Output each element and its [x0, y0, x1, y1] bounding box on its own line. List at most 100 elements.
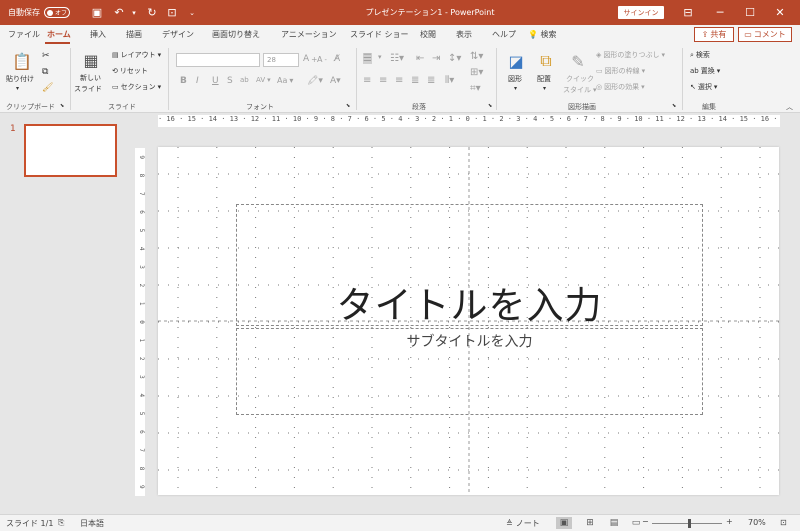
bullets-icon[interactable]: ☰ — [363, 53, 372, 64]
save-icon[interactable]: ▣ — [90, 6, 104, 20]
notes-button[interactable]: ≜ ノート — [506, 518, 540, 529]
increase-indent-icon[interactable]: ⇥ — [432, 53, 440, 64]
format-painter-icon[interactable]: 🖌 — [42, 83, 53, 93]
zoom-level[interactable]: 70% — [748, 518, 766, 527]
underline-button[interactable]: U — [212, 76, 219, 86]
reset-button[interactable]: ⟲ リセット — [112, 66, 148, 76]
minimize-icon[interactable]: ─ — [708, 0, 732, 25]
align-text-icon[interactable]: ⊞▾ — [470, 67, 483, 78]
slide-thumbnail[interactable] — [24, 124, 117, 177]
clear-format-icon[interactable]: A̸ — [334, 54, 340, 64]
arrange-label[interactable]: 配置 — [537, 74, 551, 84]
smartart-icon[interactable]: ⌗▾ — [470, 83, 481, 94]
strikethrough-button[interactable]: S — [227, 76, 233, 86]
change-case-button[interactable]: Aa ▾ — [277, 76, 293, 85]
font-launcher-icon[interactable]: ⬊ — [346, 103, 350, 109]
quick-styles-label-1[interactable]: クイック — [566, 74, 594, 84]
collapse-ribbon-icon[interactable]: ︿ — [786, 102, 793, 112]
undo-icon[interactable]: ↶ — [112, 6, 126, 20]
quick-styles-icon[interactable]: ✎ — [566, 49, 590, 73]
ribbon-display-icon[interactable]: ⊟ — [676, 0, 700, 25]
presentation-icon[interactable]: ⊡ — [165, 6, 179, 20]
char-spacing-button[interactable]: AV ▾ — [256, 76, 271, 84]
align-left-icon[interactable]: ≡ — [363, 75, 371, 86]
new-slide-label-1[interactable]: 新しい — [80, 73, 101, 83]
layout-button[interactable]: ▤ レイアウト ▾ — [112, 50, 161, 60]
normal-view-icon[interactable]: ▣ — [556, 517, 572, 529]
paragraph-launcher-icon[interactable]: ⬊ — [488, 103, 492, 109]
highlight-icon[interactable]: 🖍▾ — [307, 76, 323, 86]
tab-slideshow[interactable]: スライド ショー — [350, 29, 409, 40]
arrange-icon[interactable]: ⧉ — [534, 49, 558, 73]
tab-animations[interactable]: アニメーション — [281, 29, 337, 40]
subtitle-placeholder[interactable]: サブタイトルを入力 — [236, 328, 703, 415]
shadow-button[interactable]: ab — [240, 76, 249, 84]
align-center-icon[interactable]: ≡ — [379, 75, 387, 86]
cut-icon[interactable]: ✂ — [42, 51, 50, 61]
grow-font-icon[interactable]: A + — [303, 54, 317, 64]
font-size-combo[interactable]: 28 — [263, 53, 299, 67]
shrink-font-icon[interactable]: A- — [317, 55, 327, 64]
italic-button[interactable]: I — [196, 76, 199, 86]
copy-icon[interactable]: ⧉ — [42, 67, 48, 77]
bold-button[interactable]: B — [180, 76, 187, 86]
search-tab[interactable]: 💡 検索 — [528, 29, 557, 40]
slide-sorter-icon[interactable]: ⊞ — [582, 517, 598, 529]
quick-styles-label-2[interactable]: スタイル ▾ — [563, 85, 597, 95]
new-slide-icon[interactable]: ▦ — [80, 49, 102, 71]
replace-button[interactable]: ab 置換 ▾ — [690, 66, 720, 76]
reading-view-icon[interactable]: ▤ — [606, 517, 622, 529]
select-button[interactable]: ↖ 選択 ▾ — [690, 82, 717, 92]
title-placeholder[interactable]: タイトルを入力 — [236, 204, 703, 327]
justify-icon[interactable]: ≣ — [411, 75, 419, 86]
zoom-slider-thumb[interactable] — [688, 519, 691, 528]
shape-outline-button[interactable]: ▭ 図形の枠線 ▾ — [596, 66, 645, 76]
font-color-icon[interactable]: A▾ — [330, 76, 341, 86]
font-name-combo[interactable] — [176, 53, 260, 67]
decrease-indent-icon[interactable]: ⇤ — [416, 53, 424, 64]
language-indicator[interactable]: 日本語 — [80, 518, 104, 529]
shape-effects-button[interactable]: ◎ 図形の効果 ▾ — [596, 82, 645, 92]
section-button[interactable]: ▭ セクション ▾ — [112, 82, 161, 92]
tab-home[interactable]: ホーム — [47, 29, 71, 40]
paste-dropdown-icon[interactable]: ▾ — [16, 85, 19, 92]
tab-review[interactable]: 校閲 — [420, 29, 436, 40]
paste-button-label[interactable]: 貼り付け — [6, 74, 34, 84]
undo-dropdown-icon[interactable]: ▾ — [127, 6, 141, 20]
zoom-slider-track[interactable] — [652, 523, 722, 524]
tab-design[interactable]: デザイン — [162, 29, 194, 40]
distribute-icon[interactable]: ≣ — [427, 75, 435, 86]
zoom-in-icon[interactable]: + — [726, 517, 733, 526]
tab-help[interactable]: ヘルプ — [492, 29, 516, 40]
signin-button[interactable]: サインイン — [618, 6, 664, 19]
columns-icon[interactable]: ⫴▾ — [445, 75, 454, 86]
customize-qat-icon[interactable]: ⌄ — [185, 6, 199, 20]
slide-canvas[interactable]: タイトルを入力 サブタイトルを入力 — [158, 147, 779, 495]
accessibility-icon[interactable]: ⎘ — [58, 518, 64, 528]
close-icon[interactable]: ✕ — [768, 0, 792, 25]
numbering-icon[interactable]: ☷▾ — [390, 53, 404, 64]
align-right-icon[interactable]: ≡ — [395, 75, 403, 86]
bullets-dropdown-icon[interactable]: ▾ — [378, 53, 382, 61]
tab-file[interactable]: ファイル — [8, 29, 40, 40]
comment-button[interactable]: ▭ コメント — [738, 27, 792, 42]
drawing-launcher-icon[interactable]: ⬊ — [672, 103, 676, 109]
clipboard-launcher-icon[interactable]: ⬊ — [60, 103, 64, 109]
paste-icon[interactable]: 📋 — [10, 49, 34, 73]
find-button[interactable]: ⌕ 検索 — [690, 50, 710, 60]
shapes-icon[interactable]: ◪ — [504, 49, 528, 73]
chevron-down-icon[interactable]: ▾ — [514, 85, 517, 92]
line-spacing-icon[interactable]: ↕▾ — [448, 53, 461, 64]
text-direction-icon[interactable]: ⇅▾ — [470, 51, 483, 62]
autosave-toggle[interactable]: オフ — [44, 7, 70, 18]
share-button[interactable]: ⇪ 共有 — [694, 27, 734, 42]
new-slide-label-2[interactable]: スライド — [74, 84, 102, 94]
tab-draw[interactable]: 描画 — [126, 29, 142, 40]
tab-transitions[interactable]: 画面切り替え — [212, 29, 260, 40]
shapes-label[interactable]: 図形 — [508, 74, 522, 84]
redo-icon[interactable]: ↻ — [145, 6, 159, 20]
fit-to-window-icon[interactable]: ⊡ — [780, 518, 787, 527]
chevron-down-icon[interactable]: ▾ — [543, 85, 546, 92]
zoom-out-icon[interactable]: − — [642, 517, 649, 526]
maximize-icon[interactable]: ☐ — [738, 0, 762, 25]
